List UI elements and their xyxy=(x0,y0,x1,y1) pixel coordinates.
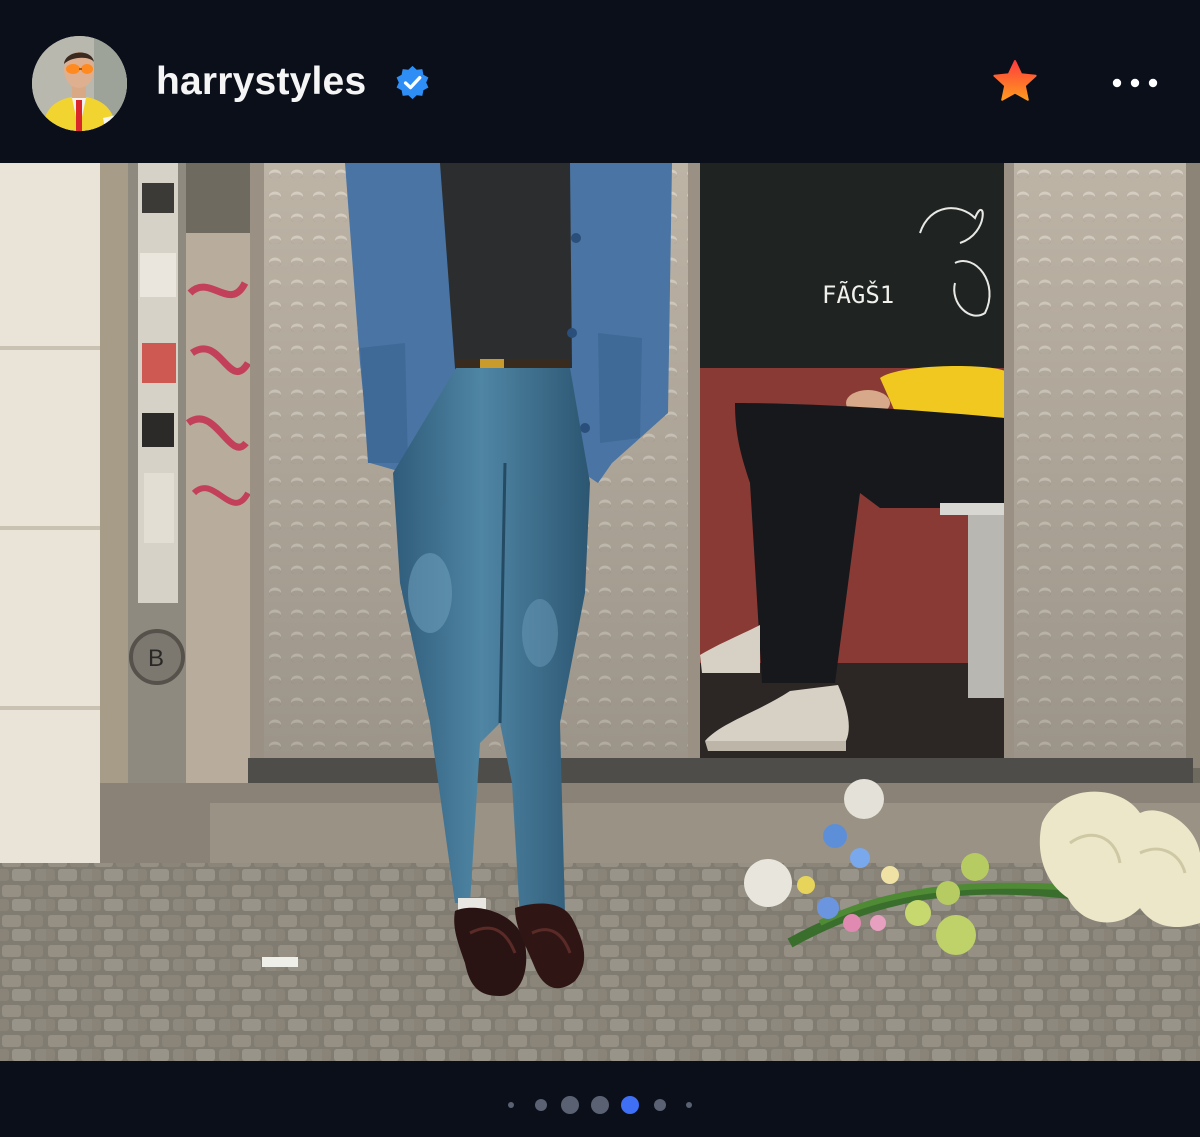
svg-text:B: B xyxy=(148,645,164,672)
carousel-dot[interactable] xyxy=(561,1096,579,1114)
carousel-dot[interactable] xyxy=(686,1102,692,1108)
carousel-dot[interactable] xyxy=(508,1102,514,1108)
carousel-dot[interactable] xyxy=(654,1099,666,1111)
username[interactable]: harrystyles xyxy=(156,58,366,106)
post-photo[interactable]: B FÃGŠ1 xyxy=(0,163,1200,1061)
more-options-icon[interactable] xyxy=(1106,70,1166,96)
verified-badge-icon xyxy=(396,65,429,100)
carousel-dot[interactable] xyxy=(591,1096,609,1114)
carousel-dot[interactable] xyxy=(535,1099,547,1111)
avatar[interactable] xyxy=(32,36,127,131)
star-icon[interactable] xyxy=(991,58,1039,106)
carousel-dots xyxy=(0,1061,1200,1137)
instagram-post: harrystyles B FÃGŠ1 xyxy=(0,0,1200,1137)
post-header: harrystyles xyxy=(0,0,1200,163)
graffiti-text: FÃGŠ1 xyxy=(822,279,894,309)
carousel-dot-active[interactable] xyxy=(621,1096,639,1114)
